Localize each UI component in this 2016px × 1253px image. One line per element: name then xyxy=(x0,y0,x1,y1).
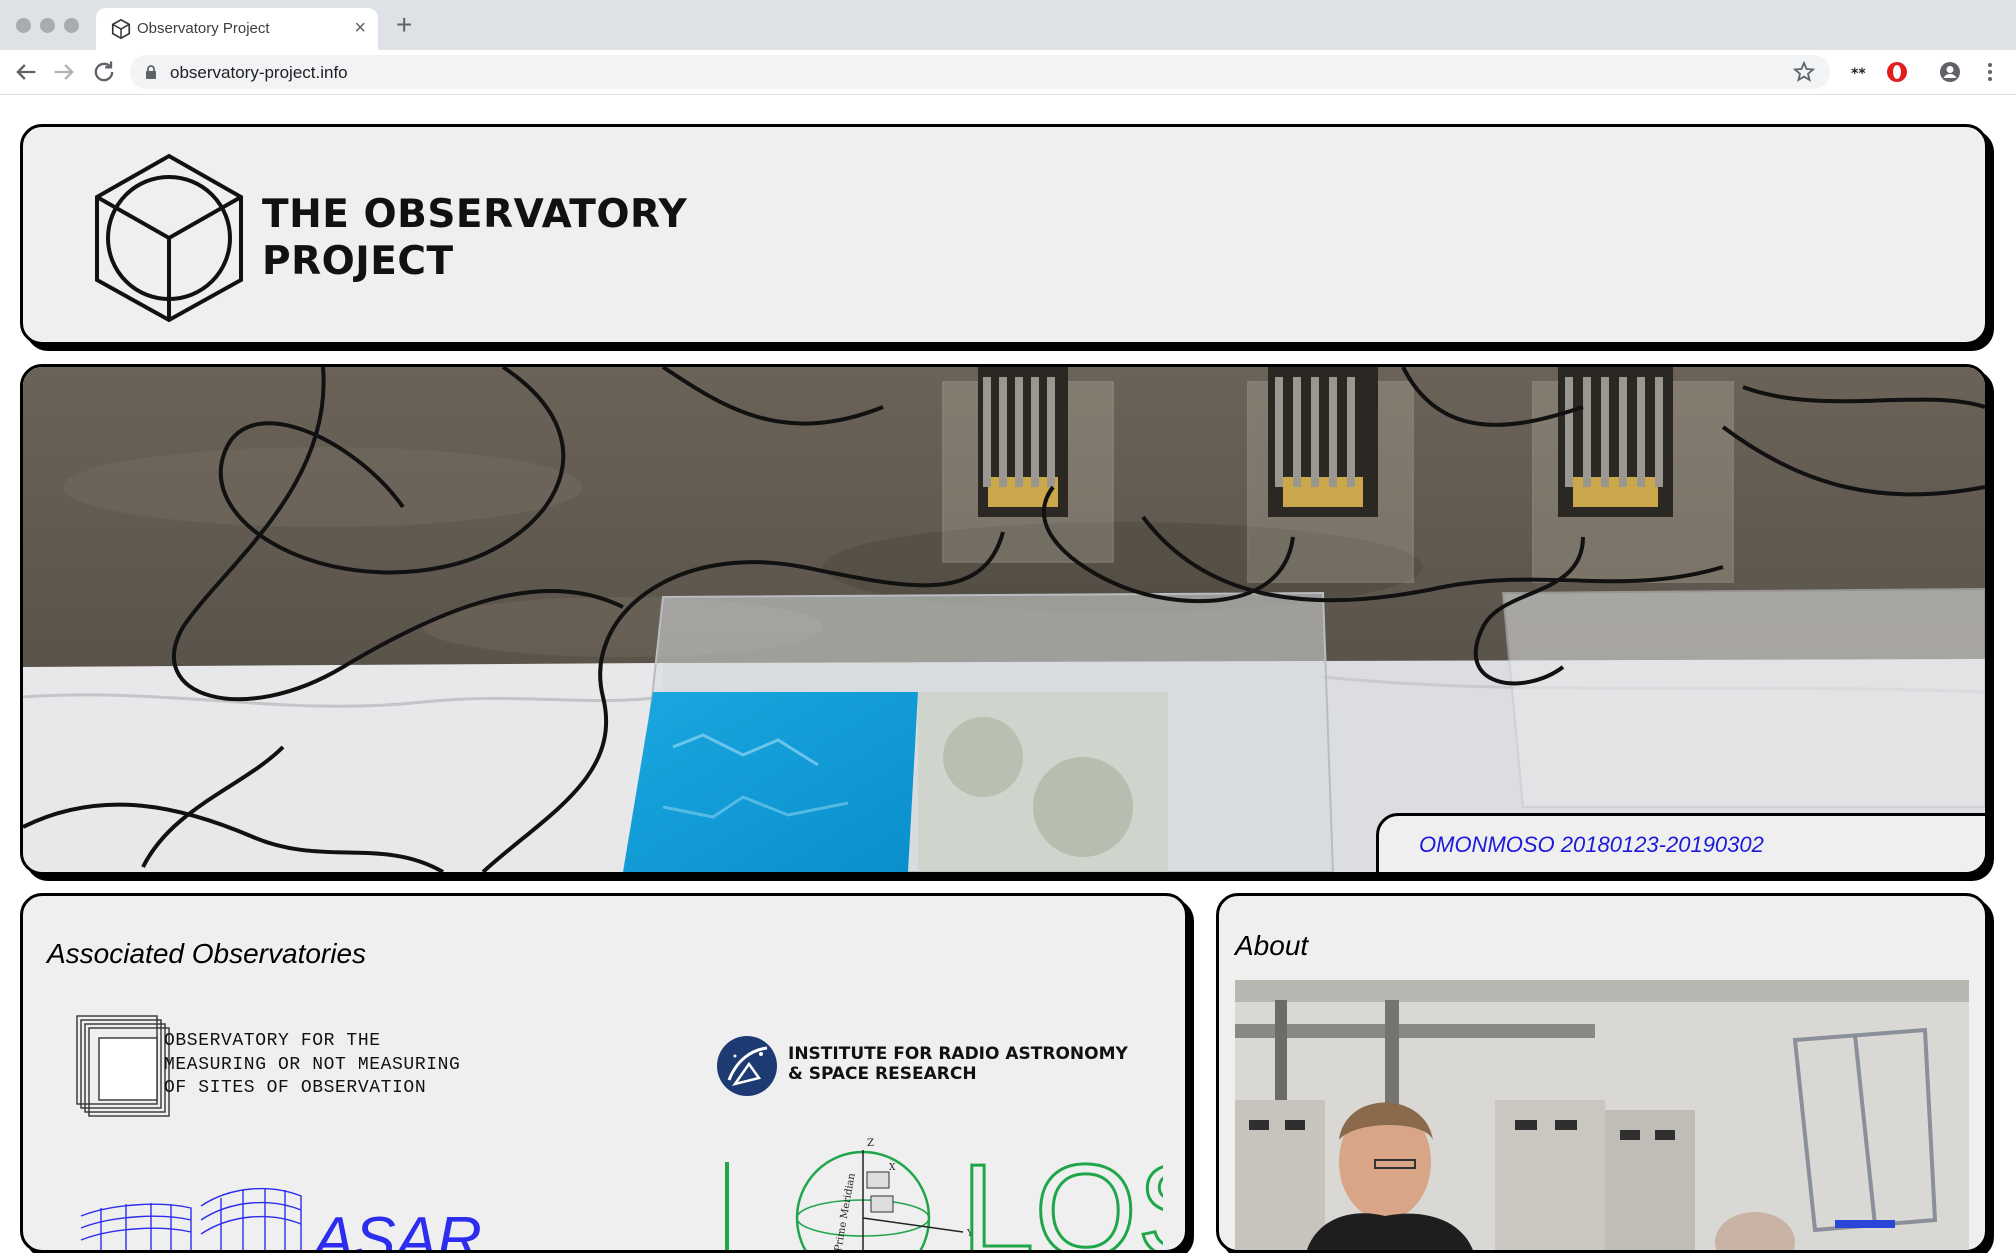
about-photo xyxy=(1235,980,1969,1250)
installation-photo xyxy=(23,367,1985,872)
site-title-line2: PROJECT xyxy=(262,239,454,284)
asar-logo-icon[interactable]: ASAR xyxy=(71,1176,511,1253)
back-icon[interactable] xyxy=(12,58,40,86)
tab-close-button[interactable]: × xyxy=(354,16,366,40)
irasr-line2: & SPACE RESEARCH xyxy=(788,1064,977,1084)
menu-icon[interactable] xyxy=(1978,60,2002,84)
reload-icon[interactable] xyxy=(90,58,118,86)
omonmoso-line1: OBSERVATORY FOR THE xyxy=(164,1031,381,1051)
irasr-line1: INSTITUTE FOR RADIO ASTRONOMY xyxy=(788,1044,1128,1064)
lost-logo-icon[interactable]: Z Prime Meridian X Y LOST xyxy=(723,1132,1163,1253)
star-icon[interactable] xyxy=(1792,60,1816,84)
new-tab-button[interactable]: + xyxy=(396,10,412,40)
associated-observatories-title: Associated Observatories xyxy=(47,938,367,969)
site-title-line1: THE OBSERVATORY xyxy=(262,192,688,237)
tab-bar: Observatory Project × + xyxy=(0,0,2016,50)
omonmoso-line2: MEASURING OR NOT MEASURING xyxy=(164,1054,461,1075)
hero-image-panel: OMONMOSO 20180123-20190302 xyxy=(20,364,1988,875)
forward-icon[interactable] xyxy=(50,58,78,86)
lost-axis-z: Z xyxy=(867,1138,874,1149)
lost-prime-meridian: Prime Meridian xyxy=(833,1172,858,1253)
tab-title: Observatory Project xyxy=(137,20,270,37)
svg-text:**: ** xyxy=(1851,66,1866,82)
omonmoso-logo-icon[interactable] xyxy=(75,1014,175,1118)
extension-icon[interactable]: ** xyxy=(1848,60,1872,84)
window-maximize-dot[interactable] xyxy=(64,18,79,33)
observatory-logo-icon[interactable] xyxy=(93,153,245,323)
browser-toolbar: observatory-project.info ** xyxy=(0,50,2016,95)
cube-icon xyxy=(111,18,131,40)
irasr-logo-icon[interactable] xyxy=(715,1034,779,1098)
opera-icon[interactable] xyxy=(1885,60,1909,84)
browser-tab[interactable]: Observatory Project × xyxy=(96,8,378,50)
url-text: observatory-project.info xyxy=(170,63,348,82)
lock-icon xyxy=(146,65,156,79)
asar-wordmark: ASAR xyxy=(309,1205,482,1253)
window-close-dot[interactable] xyxy=(16,18,31,33)
lost-wordmark: LOST xyxy=(961,1137,1163,1253)
irasr-link[interactable]: INSTITUTE FOR RADIO ASTRONOMY & SPACE RE… xyxy=(788,1044,1128,1084)
lost-axis-x: X xyxy=(889,1163,896,1173)
account-icon[interactable] xyxy=(1938,60,1962,84)
site-title[interactable]: THE OBSERVATORY PROJECT xyxy=(262,191,687,285)
omonmoso-line3: OF SITES OF OBSERVATION xyxy=(164,1078,427,1098)
address-bar[interactable]: observatory-project.info xyxy=(130,55,1830,89)
site-header: THE OBSERVATORY PROJECT xyxy=(20,124,1988,345)
hero-caption: OMONMOSO 20180123-20190302 xyxy=(1376,813,1985,872)
about-title: About xyxy=(1235,930,1309,961)
omonmoso-link[interactable]: OBSERVATORY FOR THE MEASURING OR NOT MEA… xyxy=(164,1030,460,1101)
project-caption-link[interactable]: OMONMOSO 20180123-20190302 xyxy=(1419,832,1764,858)
window-minimize-dot[interactable] xyxy=(40,18,55,33)
about-panel: About xyxy=(1216,893,1988,1253)
associated-observatories-panel: Associated Observatories OBSERVATORY FOR… xyxy=(20,893,1188,1253)
